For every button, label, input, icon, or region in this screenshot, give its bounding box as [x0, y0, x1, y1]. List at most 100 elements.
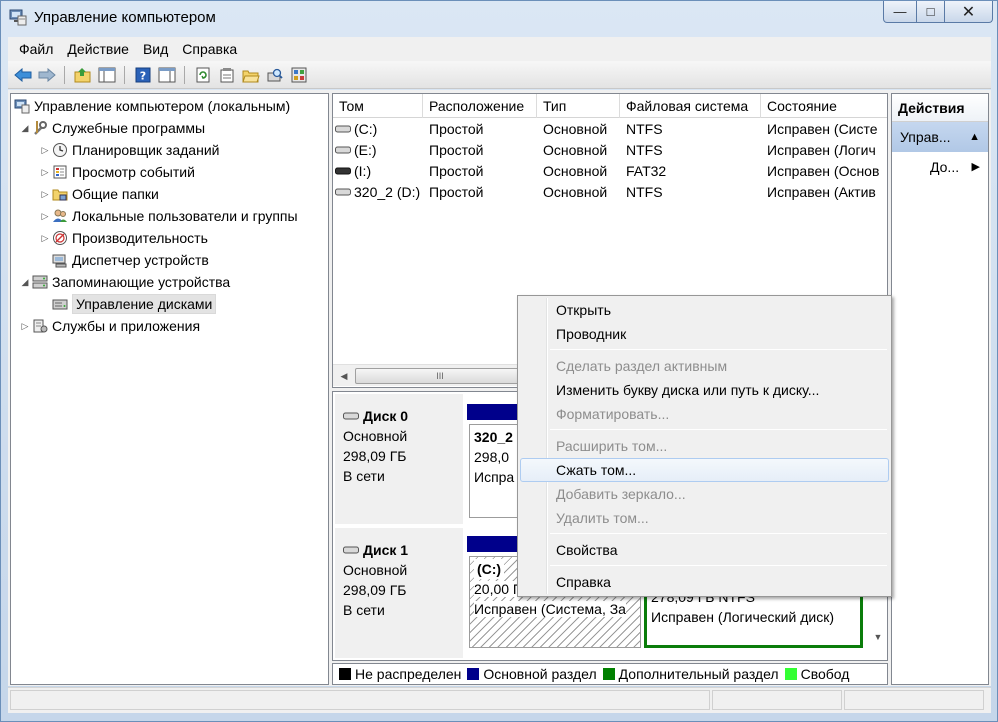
removable-drive-icon [335, 161, 351, 182]
tree-item-event-viewer[interactable]: ▷ Просмотр событий [39, 161, 195, 183]
menu-view[interactable]: Вид [136, 41, 175, 57]
refresh-icon[interactable] [192, 65, 213, 85]
menu-help[interactable]: Справка [175, 41, 244, 57]
table-row[interactable]: (E:) Простой Основной NTFS Исправен (Лог… [333, 140, 887, 161]
collapsed-arrow-icon[interactable]: ▷ [39, 167, 51, 178]
column-header-volume[interactable]: Том [333, 94, 423, 118]
minimize-button[interactable]: — [883, 1, 917, 23]
forward-arrow-icon[interactable] [36, 65, 57, 85]
drive-icon [335, 119, 351, 140]
tree-item-label: Служебные программы [52, 120, 206, 136]
tree-item-services-apps[interactable]: ▷ Службы и приложения [19, 315, 201, 337]
menu-item-add-mirror[interactable]: Добавить зеркало... [520, 482, 889, 506]
legend-swatch [467, 668, 480, 680]
search-disk-icon[interactable] [264, 65, 285, 85]
legend-swatch [784, 668, 797, 680]
table-row[interactable]: (C:) Простой Основной NTFS Исправен (Сис… [333, 119, 887, 140]
tree-item-root[interactable]: Управление компьютером (локальным) [13, 95, 290, 117]
menu-item-properties[interactable]: Свойства [520, 538, 889, 562]
menu-item-change-drive-letter[interactable]: Изменить букву диска или путь к диску... [520, 378, 889, 402]
menu-file[interactable]: Файл [12, 41, 60, 57]
disk-icon [343, 406, 359, 426]
tree-item-label: Управление компьютером (локальным) [34, 98, 291, 114]
collapsed-arrow-icon[interactable]: ▷ [39, 233, 51, 244]
expanded-arrow-icon[interactable]: ◢ [19, 123, 31, 134]
scroll-thumb[interactable]: III [355, 368, 525, 384]
tree-item-label: Планировщик заданий [72, 142, 220, 158]
tree-item-storage[interactable]: ◢ Запоминающие устройства [19, 271, 231, 293]
menu-bar: Файл Действие Вид Справка [8, 37, 991, 61]
submenu-arrow-icon: ▶ [971, 161, 980, 173]
tree-item-label: Общие папки [72, 186, 159, 202]
actions-header: Действия [892, 94, 988, 122]
close-button[interactable]: ✕ [945, 1, 993, 23]
disk-name: Диск 1 [363, 542, 409, 558]
volume-layout: Простой [429, 121, 484, 137]
svg-text:?: ? [139, 69, 145, 82]
menu-item-help[interactable]: Справка [520, 570, 889, 594]
expanded-arrow-icon[interactable]: ◢ [19, 277, 31, 288]
volume-filesystem: FAT32 [626, 163, 667, 179]
column-header-type[interactable]: Тип [537, 94, 620, 118]
collapsed-arrow-icon[interactable]: ▷ [39, 211, 51, 222]
legend-item-free: Свобод [784, 666, 849, 682]
toolbar-separator [184, 65, 185, 84]
up-folder-icon[interactable] [72, 65, 93, 85]
legend-swatch [602, 668, 615, 680]
tree-item-disk-management[interactable]: Управление дисками [51, 293, 217, 315]
collapsed-arrow-icon[interactable]: ▷ [19, 321, 31, 332]
maximize-button[interactable]: □ [917, 1, 945, 23]
table-row[interactable]: 320_2 (D:) Простой Основной NTFS Исправе… [333, 182, 887, 203]
open-folder-icon[interactable] [240, 65, 261, 85]
properties-icon[interactable] [216, 65, 237, 85]
toolbar-separator [124, 65, 125, 84]
disk-0-label[interactable]: Диск 0 Основной 298,09 ГБ В сети [335, 394, 463, 524]
collapse-arrow-icon[interactable]: ▲ [969, 122, 980, 152]
disk-name: Диск 0 [363, 408, 409, 424]
collapsed-arrow-icon[interactable]: ▷ [39, 145, 51, 156]
tree-item-label: Локальные пользователи и группы [72, 208, 298, 224]
tree-item-shared-folders[interactable]: ▷ Общие папки [39, 183, 159, 205]
help-icon[interactable]: ? [132, 65, 153, 85]
table-row[interactable]: (I:) Простой Основной FAT32 Исправен (Ос… [333, 161, 887, 182]
tree-item-label: Диспетчер устройств [72, 252, 209, 268]
disk-1-label[interactable]: Диск 1 Основной 298,09 ГБ В сети [335, 528, 463, 658]
volume-status: Исправен (Основ [767, 163, 880, 179]
collapsed-arrow-icon[interactable]: ▷ [39, 189, 51, 200]
menu-item-open[interactable]: Открыть [520, 298, 889, 322]
column-header-filesystem[interactable]: Файловая система [620, 94, 761, 118]
tree-item-performance[interactable]: ▷ Производительность [39, 227, 208, 249]
column-header-status[interactable]: Состояние [761, 94, 887, 118]
scroll-down-icon[interactable]: ▼ [871, 632, 885, 652]
tree-item-label: Производительность [72, 230, 208, 246]
navigation-tree: Управление компьютером (локальным) ◢ Слу… [10, 93, 329, 685]
scroll-left-icon[interactable]: ◀ [337, 369, 351, 383]
menu-item-format[interactable]: Форматировать... [520, 402, 889, 426]
volume-filesystem: NTFS [626, 121, 663, 137]
column-header-layout[interactable]: Расположение [423, 94, 537, 118]
menu-separator [550, 565, 887, 566]
tree-item-device-manager[interactable]: Диспетчер устройств [51, 249, 209, 271]
settings-icon[interactable] [288, 65, 309, 85]
actions-group-disk-management[interactable]: Управ... ▲ [892, 122, 988, 152]
show-tree-icon[interactable] [96, 65, 117, 85]
show-actions-icon[interactable] [156, 65, 177, 85]
actions-more[interactable]: До... ▶ [892, 152, 988, 182]
menu-item-extend-volume[interactable]: Расширить том... [520, 434, 889, 458]
performance-icon [51, 230, 69, 246]
menu-item-shrink-volume[interactable]: Сжать том... [520, 458, 889, 482]
menu-item-delete-volume[interactable]: Удалить том... [520, 506, 889, 530]
menu-action[interactable]: Действие [60, 41, 136, 57]
tree-item-local-users[interactable]: ▷ Локальные пользователи и группы [39, 205, 298, 227]
volume-name: (C:) [354, 121, 378, 137]
disk-icon [343, 540, 359, 560]
volume-layout: Простой [429, 184, 484, 200]
partition-status: Исправен (Система, За [474, 601, 626, 617]
partition-status: Исправен (Логический диск) [651, 609, 834, 625]
tree-item-task-scheduler[interactable]: ▷ Планировщик заданий [39, 139, 220, 161]
back-arrow-icon[interactable] [12, 65, 33, 85]
tree-item-system-tools[interactable]: ◢ Служебные программы [19, 117, 206, 139]
menu-item-mark-active[interactable]: Сделать раздел активным [520, 354, 889, 378]
menu-item-explorer[interactable]: Проводник [520, 322, 889, 346]
menu-separator [550, 349, 887, 350]
